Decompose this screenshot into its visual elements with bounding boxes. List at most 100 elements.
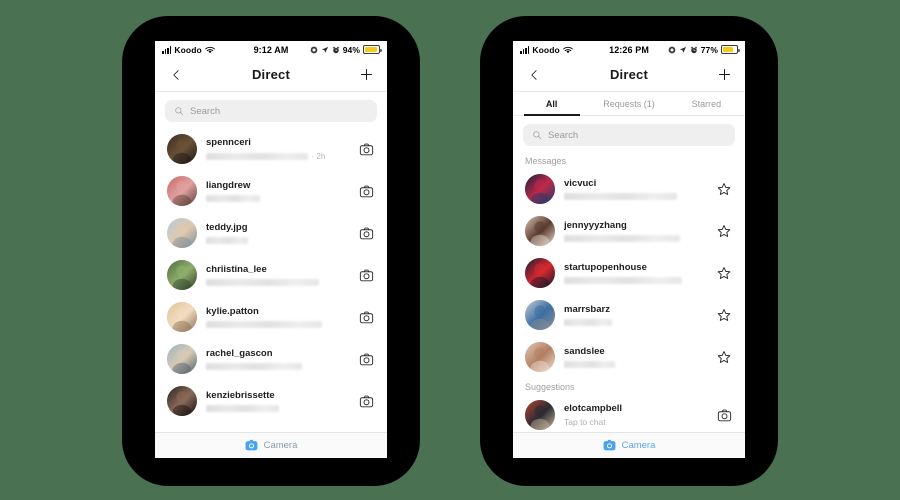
camera-button[interactable] (356, 181, 376, 201)
message-preview-blurred (564, 360, 615, 368)
message-preview (564, 192, 705, 200)
section-header: Suggestions (525, 382, 575, 392)
search-input[interactable]: Search (523, 124, 735, 146)
message-preview-blurred (206, 404, 280, 412)
list-item-content: kylie.patton (206, 306, 347, 328)
star-button[interactable] (714, 221, 734, 241)
carrier-label: Koodo (174, 44, 202, 55)
star-icon (717, 350, 731, 364)
list-item[interactable]: kenziebrissette (155, 380, 387, 422)
nav-bar: Direct (155, 58, 387, 92)
list-item[interactable]: sandslee (513, 336, 745, 378)
camera-icon (717, 409, 732, 422)
list-item[interactable]: kylie.patton (155, 296, 387, 338)
camera-bar[interactable]: Camera (513, 432, 745, 458)
list-item[interactable]: elotcampbell Tap to chat (513, 394, 745, 432)
camera-button[interactable] (356, 265, 376, 285)
camera-button[interactable] (356, 223, 376, 243)
camera-icon (359, 185, 374, 198)
star-button[interactable] (714, 263, 734, 283)
list-item-content: chriistina_lee (206, 264, 347, 286)
tab-bar: All Requests (1) Starred (513, 92, 745, 116)
plus-icon (717, 67, 732, 82)
star-icon (717, 266, 731, 280)
page-title: Direct (251, 67, 291, 82)
avatar (167, 134, 197, 164)
back-button[interactable] (166, 63, 186, 87)
message-preview-blurred (564, 318, 612, 326)
message-preview-blurred (564, 234, 680, 242)
message-preview (206, 194, 347, 202)
list-item[interactable]: vicvuci (513, 168, 745, 210)
star-button[interactable] (714, 179, 734, 199)
camera-button[interactable] (356, 349, 376, 369)
list-item[interactable]: teddy.jpg (155, 212, 387, 254)
message-preview (564, 234, 705, 242)
search-input[interactable]: Search (165, 100, 377, 122)
phone-device-left: Koodo 9:12 AM 94% Direct Search spennceri · 2h… (122, 16, 420, 486)
avatar (167, 302, 197, 332)
conversation-list[interactable]: spennceri · 2h liangdrew teddy.jpg chriistin… (155, 128, 387, 432)
tab-all[interactable]: All (513, 92, 590, 116)
camera-button[interactable] (356, 307, 376, 327)
conversation-list[interactable]: Messages vicvuci jennyyyzhang startupopenho… (513, 152, 745, 432)
message-preview (564, 276, 705, 284)
new-message-button[interactable] (356, 63, 376, 87)
list-item[interactable]: startupopenhouse (513, 252, 745, 294)
message-preview-blurred (206, 362, 302, 370)
username-label: liangdrew (206, 180, 251, 192)
camera-icon (359, 353, 374, 366)
camera-icon (359, 395, 374, 408)
username-label: elotcampbell (564, 403, 623, 415)
camera-bar-label: Camera (263, 440, 298, 451)
camera-button[interactable] (714, 405, 734, 425)
username-label: startupopenhouse (564, 262, 647, 274)
location-arrow-icon (321, 46, 329, 54)
camera-button[interactable] (356, 391, 376, 411)
alarm-clock-icon (332, 46, 340, 54)
wifi-icon (204, 46, 215, 54)
list-item[interactable]: chriistina_lee (155, 254, 387, 296)
list-item-content: liangdrew (206, 180, 347, 202)
back-button[interactable] (524, 63, 544, 87)
star-button[interactable] (714, 305, 734, 325)
status-bar-time: 9:12 AM (253, 44, 289, 55)
message-preview-blurred (564, 192, 677, 200)
camera-bar[interactable]: Camera (155, 432, 387, 458)
new-message-button[interactable] (714, 63, 734, 87)
search-placeholder: Search (190, 105, 221, 117)
message-preview-blurred (564, 276, 683, 284)
list-item[interactable]: rachel_gascon (155, 338, 387, 380)
tab-requests-1[interactable]: Requests (1) (590, 92, 667, 115)
camera-icon (359, 311, 374, 324)
list-item[interactable]: liangdrew (155, 170, 387, 212)
message-preview (564, 360, 705, 368)
star-button[interactable] (714, 347, 734, 367)
timestamp-label: · 2h (311, 151, 326, 161)
nav-bar: Direct (513, 58, 745, 92)
list-item[interactable]: jennyyyzhang (513, 210, 745, 252)
do-not-disturb-icon (310, 46, 318, 54)
tab-starred[interactable]: Starred (668, 92, 745, 115)
search-icon (174, 106, 184, 116)
message-preview-blurred (206, 236, 249, 244)
screenshot-canvas: Koodo 9:12 AM 94% Direct Search spennceri · 2h… (0, 0, 900, 500)
battery-icon (363, 45, 383, 54)
avatar (525, 400, 555, 430)
avatar (167, 260, 197, 290)
location-arrow-icon (679, 46, 687, 54)
list-item[interactable]: marrsbarz (513, 294, 745, 336)
username-label: rachel_gascon (206, 348, 273, 360)
avatar (525, 258, 555, 288)
list-item[interactable]: spennceri · 2h (155, 128, 387, 170)
username-label: kenziebrissette (206, 390, 275, 402)
message-preview (206, 236, 347, 244)
camera-button[interactable] (356, 139, 376, 159)
avatar (167, 218, 197, 248)
list-item-content: elotcampbell Tap to chat (564, 403, 705, 427)
section-header: Messages (525, 156, 567, 166)
chevron-left-icon (528, 67, 541, 83)
username-label: sandslee (564, 346, 605, 358)
message-preview (206, 362, 347, 370)
status-bar-left: Koodo (520, 45, 609, 55)
